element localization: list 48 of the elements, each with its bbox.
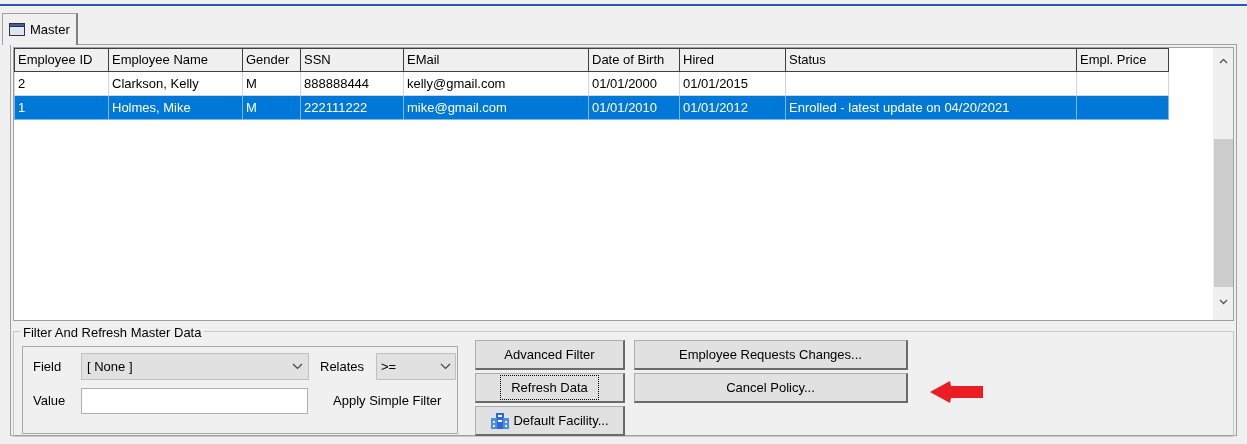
- action-button[interactable]: Default Facility...: [475, 406, 625, 436]
- action-button[interactable]: Refresh Data: [475, 373, 625, 403]
- column-header[interactable]: Date of Birth: [588, 48, 680, 72]
- arrow-left-icon: [930, 380, 984, 404]
- table-cell: 1: [18, 99, 26, 115]
- table-cell: 01/01/2012: [683, 99, 749, 115]
- action-button[interactable]: Advanced Filter: [475, 340, 625, 370]
- table-cell: 01/01/2010: [592, 99, 658, 115]
- table-cell: 2: [18, 75, 26, 91]
- scrollbar[interactable]: [1213, 48, 1233, 320]
- column-header[interactable]: Gender: [242, 48, 301, 72]
- scroll-thumb[interactable]: [1213, 139, 1233, 287]
- action-button[interactable]: Employee Requests Changes...: [634, 340, 908, 370]
- table-cell: Holmes, Mike: [112, 99, 191, 115]
- scroll-up-icon[interactable]: [1218, 58, 1228, 64]
- column-header[interactable]: Empl. Price: [1076, 48, 1169, 72]
- column-header[interactable]: EMail: [403, 48, 589, 72]
- column-header[interactable]: Employee Name: [108, 48, 243, 72]
- relates-label: Relates: [320, 357, 366, 376]
- apply-filter-label: Apply Simple Filter: [333, 392, 442, 411]
- table-cell: 01/01/2000: [592, 75, 658, 91]
- action-button[interactable]: Cancel Policy...: [634, 373, 908, 403]
- value-field[interactable]: [81, 388, 308, 414]
- table-cell: kelly@gmail.com: [407, 75, 506, 91]
- table-cell: M: [246, 75, 257, 91]
- scroll-down-icon[interactable]: [1218, 299, 1228, 305]
- table-cell: 888888444: [304, 75, 370, 91]
- table-cell: Clarkson, Kelly: [112, 75, 199, 91]
- tab[interactable]: Master: [2, 13, 78, 45]
- relates-dropdown[interactable]: >=: [376, 353, 456, 380]
- table-row[interactable]: 1 Holmes, Mike M 222111222 mike@gmail.com 01/01/2010 01/01/2012 Enrolled - latest update on 04/20/2021: [14, 95, 1169, 120]
- chevron-down-icon: [292, 363, 303, 370]
- field-dropdown[interactable]: [ None ]: [81, 353, 309, 380]
- table-row[interactable]: 2 Clarkson, Kelly M 888888444 kelly@gmail.com 01/01/2000 01/01/2015: [14, 71, 1169, 96]
- column-header[interactable]: SSN: [300, 48, 404, 72]
- field-label: Field: [33, 357, 63, 376]
- column-header[interactable]: Employee ID: [14, 48, 109, 72]
- table-cell: M: [246, 99, 257, 115]
- table-cell: mike@gmail.com: [407, 99, 507, 115]
- building-icon: [490, 411, 511, 430]
- table-cell: Enrolled - latest update on 04/20/2021: [789, 99, 1010, 115]
- column-header[interactable]: Status: [785, 48, 1077, 72]
- value-label: Value: [33, 392, 67, 411]
- column-header[interactable]: Hired: [679, 48, 786, 72]
- table-cell: 222111222: [304, 99, 368, 115]
- table-cell: 01/01/2015: [683, 75, 749, 91]
- window-icon: [9, 23, 25, 36]
- chevron-down-icon: [440, 363, 451, 370]
